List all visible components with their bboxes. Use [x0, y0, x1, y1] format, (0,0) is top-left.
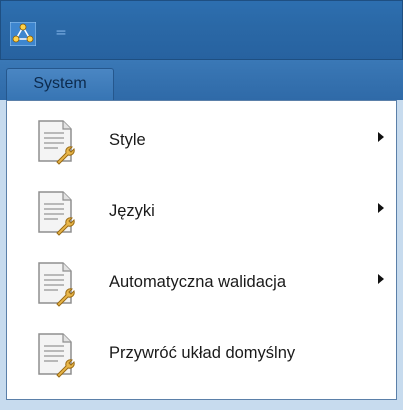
document-wrench-icon: [38, 191, 75, 236]
document-wrench-icon: [38, 262, 75, 307]
menu-item-przywroc-uklad-domyslny[interactable]: Przywróć układ domyślny: [7, 318, 396, 389]
menu-item-label: Automatyczna walidacja: [109, 273, 287, 291]
system-dropdown-menu: Style Języki Automatyczna walidacja Przy…: [6, 100, 397, 400]
submenu-arrow-icon: [378, 203, 384, 213]
submenu-arrow-icon: [378, 274, 384, 284]
menu-item-automatyczna-walidacja[interactable]: Automatyczna walidacja: [7, 247, 396, 318]
menu-item-jezyki[interactable]: Języki: [7, 176, 396, 247]
menu-item-label: Style: [109, 131, 146, 149]
window-bottom-edge: [0, 400, 403, 410]
document-wrench-icon: [38, 120, 75, 165]
title-bar: =: [0, 0, 403, 60]
network-app-icon[interactable]: [10, 22, 36, 46]
tab-system[interactable]: System: [6, 68, 114, 100]
document-wrench-icon: [38, 333, 75, 378]
menu-item-label: Języki: [109, 202, 155, 220]
menu-item-style[interactable]: Style: [7, 105, 396, 176]
menu-item-label: Przywróć układ domyślny: [109, 344, 296, 362]
tab-system-label: System: [33, 75, 87, 92]
quick-access-dropdown-icon[interactable]: =: [54, 22, 68, 44]
submenu-arrow-icon: [378, 132, 384, 142]
